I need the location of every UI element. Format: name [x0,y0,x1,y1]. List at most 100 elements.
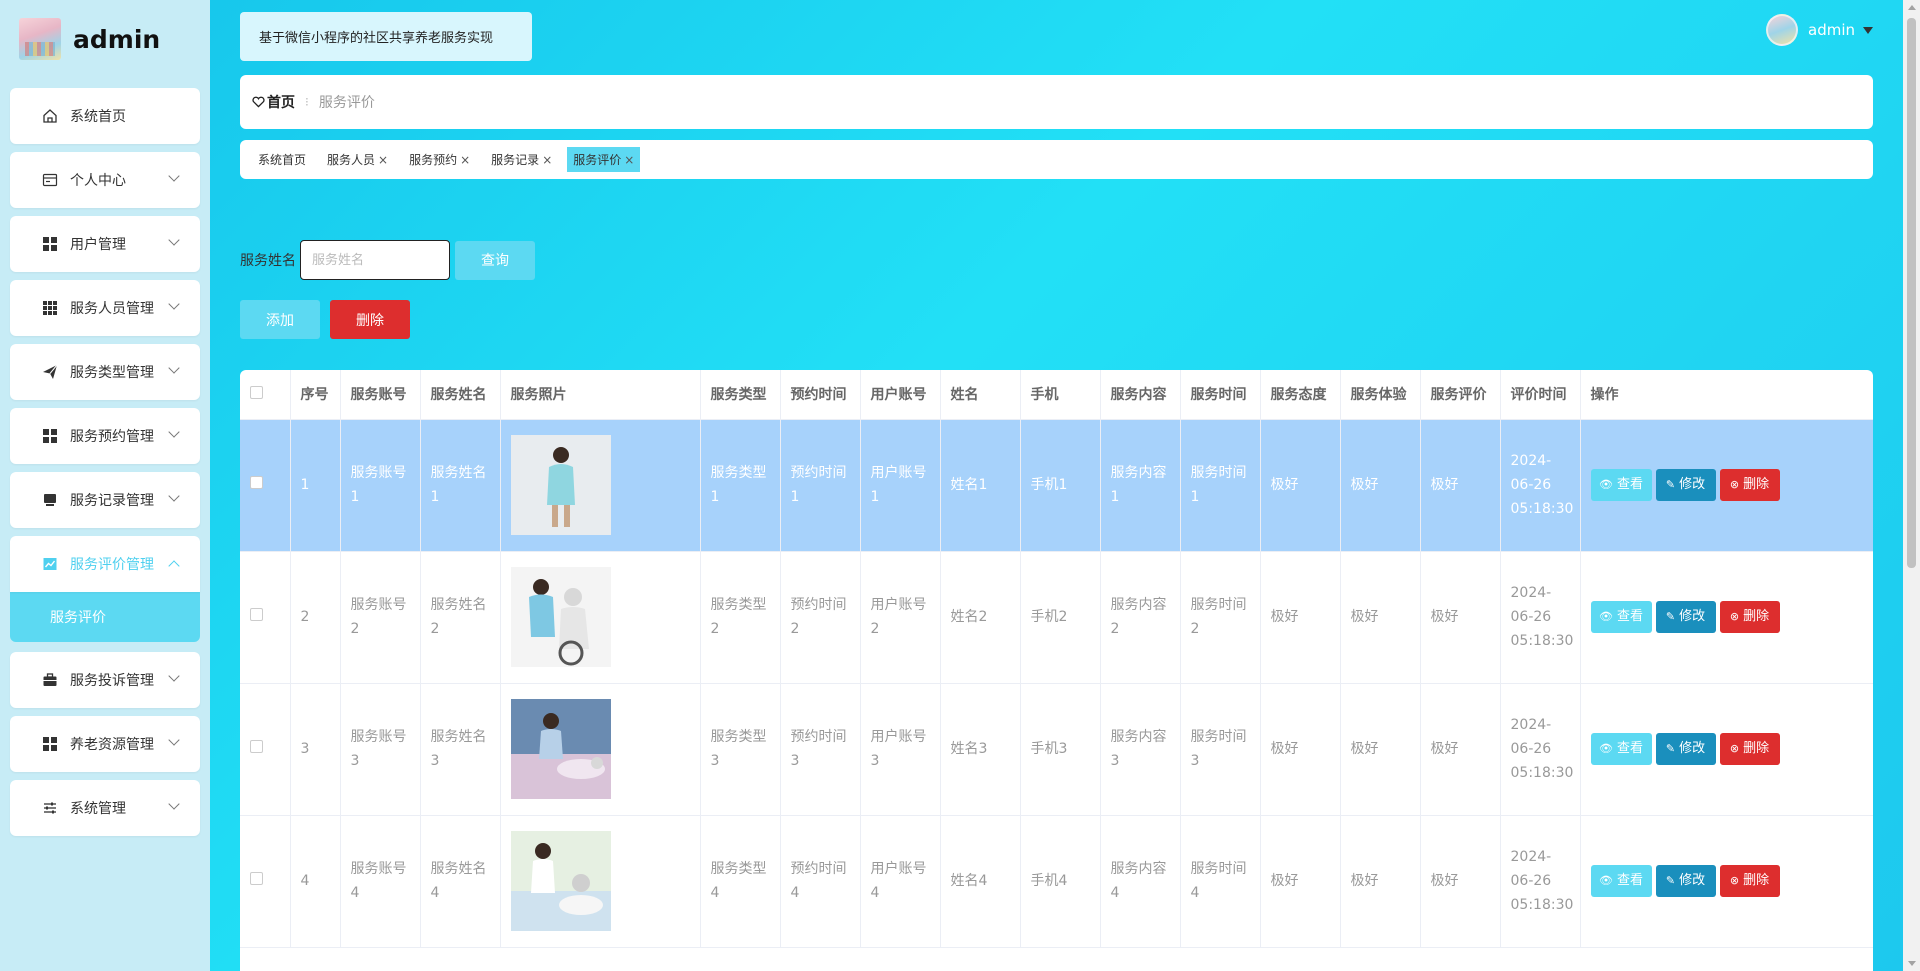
column-header: 服务类型 [700,370,781,420]
close-icon[interactable]: × [378,153,388,167]
row-checkbox[interactable] [250,476,263,489]
sidebar-item-records[interactable]: 服务记录管理 [10,472,200,528]
sidebar-item-label: 个人中心 [70,173,126,189]
sidebar-item-system[interactable]: 系统管理 [10,780,200,836]
row-number-cell: 1 [290,419,341,552]
delete-button[interactable]: ⊗ 删除 [1719,469,1780,501]
close-icon[interactable]: × [624,153,634,167]
scroll-up-icon[interactable] [1908,5,1916,10]
sidebar-item-service-types[interactable]: 服务类型管理 [10,344,200,400]
table-header-row: 序号 服务账号 服务姓名 服务照片 服务类型 预约时间 用户账号 姓名 手机 服… [240,370,1873,420]
tag-reviews[interactable]: 服务评价 × [567,147,641,172]
row-checkbox[interactable] [250,608,263,621]
delete-label: 删除 [1743,609,1770,624]
service-experience-cell: 极好 [1340,815,1421,948]
scrollbar-thumb[interactable] [1907,18,1916,568]
row-select-cell[interactable] [240,419,291,552]
service-rating-cell: 极好 [1420,683,1501,816]
column-header: 手机 [1020,370,1101,420]
edit-button[interactable]: ✎ 修改 [1655,865,1716,897]
send-icon [42,364,58,380]
row-number-cell: 4 [290,815,341,948]
delete-button[interactable]: ⊗ 删除 [1719,733,1780,765]
edit-button[interactable]: ✎ 修改 [1655,469,1716,501]
sidebar-item-appointments[interactable]: 服务预约管理 [10,408,200,464]
sidebar-item-resources[interactable]: 养老资源管理 [10,716,200,772]
circle-x-icon: ⊗ [1729,478,1740,491]
view-label: 查看 [1616,609,1643,624]
tag-home[interactable]: 系统首页 [252,147,312,172]
select-all-cell[interactable] [240,370,291,420]
eye-icon: 👁 [1599,874,1613,887]
view-button[interactable]: 👁 查看 [1590,601,1652,633]
service-rating-cell: 极好 [1420,551,1501,684]
sidebar-item-complaints[interactable]: 服务投诉管理 [10,652,200,708]
view-button[interactable]: 👁 查看 [1590,469,1652,501]
service-type-cell: 服务类型2 [700,551,781,684]
view-button[interactable]: 👁 查看 [1590,865,1652,897]
row-select-cell[interactable] [240,683,291,816]
query-button[interactable]: 查询 [455,240,535,280]
add-button[interactable]: 添加 [240,300,320,339]
service-account-cell: 服务账号4 [340,815,421,948]
sidebar-item-staff[interactable]: 服务人员管理 [10,280,200,336]
delete-button[interactable]: ⊗ 删除 [1719,865,1780,897]
batch-delete-button[interactable]: 删除 [330,300,410,339]
close-icon[interactable]: × [542,153,552,167]
table-row[interactable]: 2 服务账号2 服务姓名2 服务类型2 预约时间2 用户账号2 姓名2 手机2 服务内容2 服务时… [240,551,1873,684]
scroll-down-icon[interactable] [1908,961,1916,966]
service-photo [510,435,611,535]
pencil-icon: ✎ [1665,478,1676,491]
service-time-cell: 服务时间2 [1180,551,1261,684]
sidebar-item-reviews[interactable]: 服务评价管理 [10,536,200,592]
delete-label: 删除 [1743,873,1770,888]
service-photo-cell [500,683,701,816]
page-scrollbar[interactable] [1903,0,1920,971]
tag-appointments[interactable]: 服务预约 × [403,147,476,172]
eye-icon: 👁 [1599,742,1613,755]
monitor-icon [42,492,58,508]
column-header: 评价时间 [1500,370,1581,420]
search-input[interactable] [300,240,450,280]
tag-records[interactable]: 服务记录 × [485,147,558,172]
user-name-cell: 姓名2 [940,551,1021,684]
edit-button[interactable]: ✎ 修改 [1655,733,1716,765]
service-photo [510,831,611,931]
column-header: 序号 [290,370,341,420]
close-icon[interactable]: × [460,153,470,167]
row-select-cell[interactable] [240,815,291,948]
user-menu[interactable]: admin [1766,14,1873,46]
column-header: 姓名 [940,370,1021,420]
view-label: 查看 [1616,873,1643,888]
row-checkbox[interactable] [250,740,263,753]
breadcrumb-current: 服务评价 [318,95,375,111]
tag-staff[interactable]: 服务人员 × [321,147,394,172]
submenu-item-reviews[interactable]: 服务评价 [10,592,200,642]
delete-label: 删除 [1743,477,1770,492]
phone-cell: 手机4 [1020,815,1101,948]
select-all-checkbox[interactable] [250,385,263,399]
service-type-cell: 服务类型4 [700,815,781,948]
edit-button[interactable]: ✎ 修改 [1655,601,1716,633]
row-select-cell[interactable] [240,551,291,684]
row-actions-cell: 👁 查看 ✎ 修改 ⊗ 删除 [1580,815,1873,948]
review-time-cell: 2024-06-26 05:18:30 [1500,683,1581,816]
column-header: 服务账号 [340,370,421,420]
sidebar-item-profile[interactable]: 个人中心 [10,152,200,208]
sidebar-item-users[interactable]: 用户管理 [10,216,200,272]
row-checkbox[interactable] [250,872,263,885]
breadcrumb-home[interactable]: 首页 [252,92,295,112]
sidebar-item-label: 系统管理 [70,801,126,817]
sidebar-item-home[interactable]: 系统首页 [10,88,200,144]
review-time-cell: 2024-06-26 05:18:30 [1500,419,1581,552]
eye-icon: 👁 [1599,610,1613,623]
breadcrumb: 首页 ⁝ 服务评价 [240,75,1873,129]
table-row[interactable]: 3 服务账号3 服务姓名3 服务类型3 预约时间3 用户账号3 姓名3 手机3 服务内容3 服务时… [240,683,1873,816]
table-row[interactable]: 4 服务账号4 服务姓名4 服务类型4 预约时间4 用户账号4 姓名4 手机4 服务内容4 服务时… [240,815,1873,948]
table-row[interactable]: 1 服务账号1 服务姓名1 服务类型1 预约时间1 用户账号1 姓名1 手机1 服务内容1 服务时… [240,419,1873,552]
view-button[interactable]: 👁 查看 [1590,733,1652,765]
delete-button[interactable]: ⊗ 删除 [1719,601,1780,633]
user-account-cell: 用户账号4 [860,815,941,948]
service-content-cell: 服务内容2 [1100,551,1181,684]
appointment-time-cell: 预约时间3 [780,683,861,816]
